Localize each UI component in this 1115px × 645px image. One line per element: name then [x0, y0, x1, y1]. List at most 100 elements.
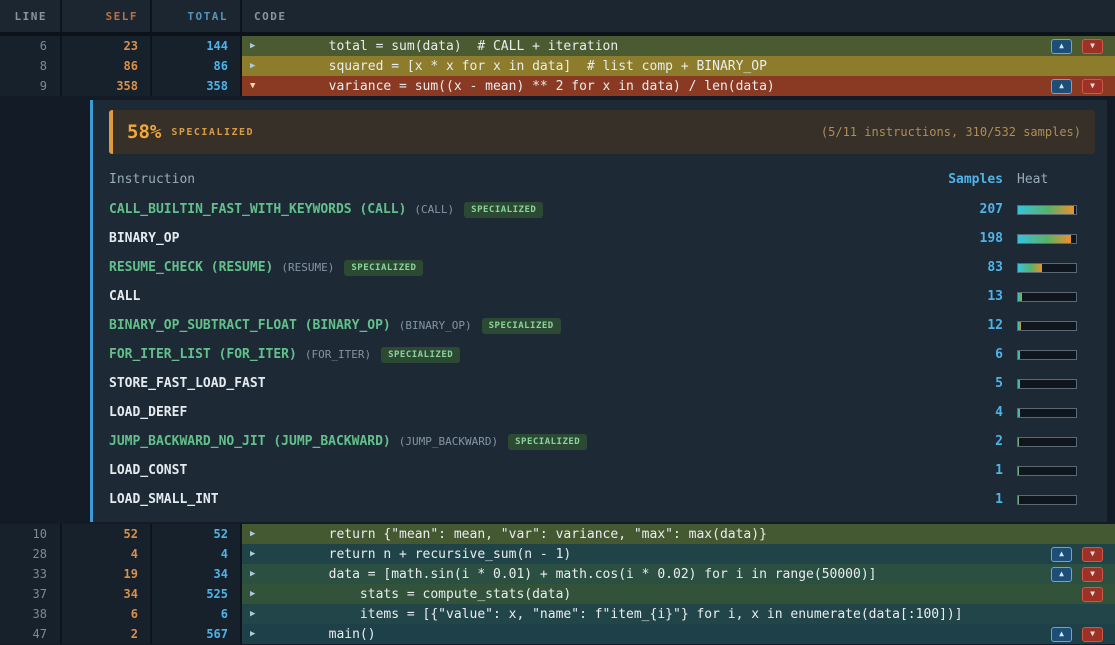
source-code: total = sum(data) # CALL + iteration — [266, 39, 618, 54]
self-samples: 2 — [131, 627, 138, 641]
line-number: 47 — [33, 627, 47, 641]
column-header-line[interactable]: LINE — [0, 0, 62, 32]
total-samples: 567 — [206, 627, 228, 641]
heat-bar-fill — [1018, 409, 1020, 417]
code-heat-cell: ▶ squared = [x * x for x in data] # list… — [242, 56, 1115, 76]
column-header-code[interactable]: CODE — [242, 0, 1115, 32]
heat-bar — [1017, 350, 1077, 360]
instruction-name: STORE_FAST_LOAD_FAST — [109, 376, 266, 391]
code-line-row[interactable]: 37 34 525 ▶ stats = compute_stats(data) … — [0, 584, 1115, 604]
code-heat-cell: ▶ return {"mean": mean, "var": variance,… — [242, 524, 1115, 544]
instruction-row: BINARY_OP 198 — [109, 224, 1095, 253]
line-number: 10 — [33, 527, 47, 541]
specialized-badge: SPECIALIZED — [508, 434, 587, 450]
code-line-row[interactable]: 9 358 358 ▼ variance = sum((x - mean) **… — [0, 76, 1115, 96]
specialized-badge: SPECIALIZED — [464, 202, 543, 218]
profiler-app: LINE SELF TOTAL CODE 6 23 144 ▶ total = … — [0, 0, 1115, 644]
heat-bar-fill — [1018, 293, 1022, 301]
heat-column-header: Heat — [1017, 172, 1077, 187]
instruction-row: RESUME_CHECK (RESUME) (RESUME) SPECIALIZ… — [109, 253, 1095, 282]
instruction-row: JUMP_BACKWARD_NO_JIT (JUMP_BACKWARD) (JU… — [109, 427, 1095, 456]
expand-toggle-icon[interactable]: ▶ — [250, 549, 266, 559]
instruction-samples: 1 — [933, 492, 1003, 507]
jump-down-button[interactable]: ▼ — [1082, 627, 1103, 642]
instruction-name: CALL — [109, 289, 140, 304]
expand-toggle-icon[interactable]: ▶ — [250, 609, 266, 619]
source-code: stats = compute_stats(data) — [266, 587, 571, 602]
line-number: 8 — [40, 59, 47, 73]
jump-down-button[interactable]: ▼ — [1082, 547, 1103, 562]
code-line-row[interactable]: 10 52 52 ▶ return {"mean": mean, "var": … — [0, 524, 1115, 544]
code-heat-cell: ▶ main() ▲ ▼ — [242, 624, 1115, 644]
source-code: items = [{"value": x, "name": f"item_{i}… — [266, 607, 963, 622]
total-samples: 144 — [206, 39, 228, 53]
code-line-row[interactable]: 33 19 34 ▶ data = [math.sin(i * 0.01) + … — [0, 564, 1115, 584]
total-samples: 6 — [221, 607, 228, 621]
heat-bar — [1017, 321, 1077, 331]
expand-toggle-icon[interactable]: ▶ — [250, 529, 266, 539]
expand-toggle-icon[interactable]: ▶ — [250, 61, 266, 71]
jump-down-button[interactable]: ▼ — [1082, 39, 1103, 54]
samples-column-header[interactable]: Samples — [933, 172, 1003, 187]
instruction-base-opcode: (RESUME) — [281, 261, 334, 274]
row-nav-buttons: ▲ ▼ — [1051, 567, 1115, 582]
instruction-row: LOAD_SMALL_INT 1 — [109, 485, 1095, 514]
instruction-samples: 83 — [933, 260, 1003, 275]
jump-down-button[interactable]: ▼ — [1082, 79, 1103, 94]
expand-toggle-icon[interactable]: ▼ — [250, 81, 266, 91]
row-nav-buttons: ▼ — [1082, 587, 1115, 602]
heat-bar — [1017, 379, 1077, 389]
total-samples: 86 — [214, 59, 228, 73]
instruction-name: LOAD_CONST — [109, 463, 187, 478]
instruction-samples: 13 — [933, 289, 1003, 304]
jump-up-button[interactable]: ▲ — [1051, 39, 1072, 54]
heat-bar-fill — [1018, 467, 1019, 475]
self-samples: 34 — [124, 587, 138, 601]
self-samples: 19 — [124, 567, 138, 581]
line-number: 9 — [40, 79, 47, 93]
heat-bar-fill — [1018, 264, 1042, 272]
instruction-samples: 198 — [933, 231, 1003, 246]
expand-toggle-icon[interactable]: ▶ — [250, 589, 266, 599]
instruction-row: CALL 13 — [109, 282, 1095, 311]
heat-bar-fill — [1018, 438, 1019, 446]
code-line-row[interactable]: 47 2 567 ▶ main() ▲ ▼ — [0, 624, 1115, 644]
source-code: main() — [266, 627, 376, 642]
source-code: variance = sum((x - mean) ** 2 for x in … — [266, 79, 775, 94]
code-heat-cell: ▶ total = sum(data) # CALL + iteration ▲… — [242, 36, 1115, 56]
source-code: data = [math.sin(i * 0.01) + math.cos(i … — [266, 567, 876, 582]
jump-down-button[interactable]: ▼ — [1082, 587, 1103, 602]
instruction-table-header: Instruction Samples Heat — [109, 172, 1095, 195]
expand-toggle-icon[interactable]: ▶ — [250, 569, 266, 579]
jump-up-button[interactable]: ▲ — [1051, 627, 1072, 642]
expand-toggle-icon[interactable]: ▶ — [250, 41, 266, 51]
code-line-row[interactable]: 38 6 6 ▶ items = [{"value": x, "name": f… — [0, 604, 1115, 624]
self-samples: 358 — [116, 79, 138, 93]
column-header-self[interactable]: SELF — [62, 0, 152, 32]
row-nav-buttons: ▲ ▼ — [1051, 547, 1115, 562]
row-nav-buttons: ▲ ▼ — [1051, 627, 1115, 642]
code-rows-top: 6 23 144 ▶ total = sum(data) # CALL + it… — [0, 36, 1115, 96]
specialization-summary-banner: 58% SPECIALIZED (5/11 instructions, 310/… — [109, 110, 1095, 154]
code-line-row[interactable]: 28 4 4 ▶ return n + recursive_sum(n - 1)… — [0, 544, 1115, 564]
jump-up-button[interactable]: ▲ — [1051, 79, 1072, 94]
line-number: 6 — [40, 39, 47, 53]
specialization-summary-text: (5/11 instructions, 310/532 samples) — [821, 125, 1081, 139]
code-line-row[interactable]: 8 86 86 ▶ squared = [x * x for x in data… — [0, 56, 1115, 76]
instruction-row: FOR_ITER_LIST (FOR_ITER) (FOR_ITER) SPEC… — [109, 340, 1095, 369]
heat-bar — [1017, 437, 1077, 447]
jump-down-button[interactable]: ▼ — [1082, 567, 1103, 582]
expand-toggle-icon[interactable]: ▶ — [250, 629, 266, 639]
self-samples: 23 — [124, 39, 138, 53]
instruction-table-body: CALL_BUILTIN_FAST_WITH_KEYWORDS (CALL) (… — [109, 195, 1095, 514]
jump-up-button[interactable]: ▲ — [1051, 547, 1072, 562]
instruction-name: LOAD_DEREF — [109, 405, 187, 420]
instruction-row: LOAD_CONST 1 — [109, 456, 1095, 485]
code-line-row[interactable]: 6 23 144 ▶ total = sum(data) # CALL + it… — [0, 36, 1115, 56]
instruction-samples: 207 — [933, 202, 1003, 217]
code-heat-cell: ▼ variance = sum((x - mean) ** 2 for x i… — [242, 76, 1115, 96]
jump-up-button[interactable]: ▲ — [1051, 567, 1072, 582]
instruction-name: RESUME_CHECK (RESUME) — [109, 260, 273, 275]
column-header-total[interactable]: TOTAL — [152, 0, 242, 32]
instruction-name: BINARY_OP_SUBTRACT_FLOAT (BINARY_OP) — [109, 318, 391, 333]
